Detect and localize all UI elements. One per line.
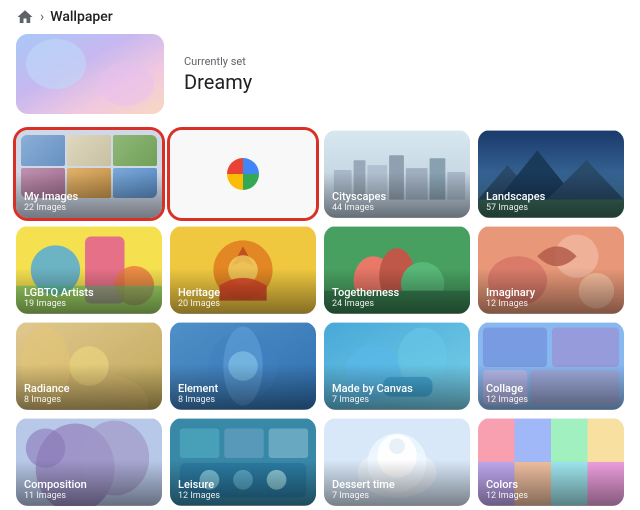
- current-wallpaper-preview: [16, 34, 164, 114]
- item-count-imaginary: 12 Images: [486, 299, 616, 309]
- label-container-landscapes: Landscapes57 Images: [478, 172, 624, 218]
- item-title-my-images: My Images: [24, 190, 154, 203]
- grid-item-element[interactable]: Element8 Images: [170, 322, 316, 410]
- label-container-collage: Collage12 Images: [478, 364, 624, 410]
- item-title-element: Element: [178, 382, 308, 395]
- topbar: › Wallpaper: [0, 0, 640, 34]
- home-icon[interactable]: [16, 8, 34, 26]
- label-container-lgbtq-artists: LGBTQ Artists19 Images: [16, 268, 162, 314]
- label-container-dessert-time: Dessert time7 Images: [324, 460, 470, 506]
- grid-item-cityscapes[interactable]: Cityscapes44 Images: [324, 130, 470, 218]
- grid-item-composition[interactable]: Composition11 Images: [16, 418, 162, 506]
- label-container-heritage: Heritage20 Images: [170, 268, 316, 314]
- item-count-heritage: 20 Images: [178, 299, 308, 309]
- grid-item-collage[interactable]: Collage12 Images: [478, 322, 624, 410]
- label-container-composition: Composition11 Images: [16, 460, 162, 506]
- label-container-made-by-canvas: Made by Canvas7 Images: [324, 364, 470, 410]
- grid-item-lgbtq-artists[interactable]: LGBTQ Artists19 Images: [16, 226, 162, 314]
- grid-item-leisure[interactable]: Leisure12 Images: [170, 418, 316, 506]
- label-container-radiance: Radiance8 Images: [16, 364, 162, 410]
- wallpaper-grid: My Images22 Images Cityscapes44 Images: [0, 126, 640, 506]
- item-title-composition: Composition: [24, 478, 154, 491]
- item-title-heritage: Heritage: [178, 286, 308, 299]
- item-count-collage: 12 Images: [486, 395, 616, 405]
- item-count-dessert-time: 7 Images: [332, 491, 462, 501]
- item-title-imaginary: Imaginary: [486, 286, 616, 299]
- label-container-leisure: Leisure12 Images: [170, 460, 316, 506]
- grid-item-made-by-canvas[interactable]: Made by Canvas7 Images: [324, 322, 470, 410]
- currently-set-name: Dreamy: [184, 70, 252, 94]
- label-container-colors: Colors12 Images: [478, 460, 624, 506]
- item-count-made-by-canvas: 7 Images: [332, 395, 462, 405]
- item-count-leisure: 12 Images: [178, 491, 308, 501]
- item-count-cityscapes: 44 Images: [332, 203, 462, 213]
- breadcrumb-separator: ›: [40, 9, 44, 25]
- item-title-made-by-canvas: Made by Canvas: [332, 382, 462, 395]
- label-container-imaginary: Imaginary12 Images: [478, 268, 624, 314]
- currently-set-label: Currently set: [184, 55, 252, 68]
- item-title-landscapes: Landscapes: [486, 190, 616, 203]
- item-count-togetherness: 24 Images: [332, 299, 462, 309]
- item-title-lgbtq-artists: LGBTQ Artists: [24, 286, 154, 299]
- current-info: Currently set Dreamy: [184, 55, 252, 94]
- current-section: Currently set Dreamy: [0, 34, 640, 126]
- item-title-cityscapes: Cityscapes: [332, 190, 462, 203]
- item-count-my-images: 22 Images: [24, 203, 154, 213]
- item-count-landscapes: 57 Images: [486, 203, 616, 213]
- item-count-colors: 12 Images: [486, 491, 616, 501]
- grid-item-colors[interactable]: Colors12 Images: [478, 418, 624, 506]
- grid-item-dessert-time[interactable]: Dessert time7 Images: [324, 418, 470, 506]
- label-container-my-images: My Images22 Images: [16, 172, 162, 218]
- grid-item-my-images[interactable]: My Images22 Images: [16, 130, 162, 218]
- grid-item-togetherness[interactable]: Togetherness24 Images: [324, 226, 470, 314]
- item-count-lgbtq-artists: 19 Images: [24, 299, 154, 309]
- item-title-radiance: Radiance: [24, 382, 154, 395]
- label-container-togetherness: Togetherness24 Images: [324, 268, 470, 314]
- grid-item-imaginary[interactable]: Imaginary12 Images: [478, 226, 624, 314]
- grid-item-landscapes[interactable]: Landscapes57 Images: [478, 130, 624, 218]
- grid-item-heritage[interactable]: Heritage20 Images: [170, 226, 316, 314]
- label-container-cityscapes: Cityscapes44 Images: [324, 172, 470, 218]
- grid-item-google-photos[interactable]: [170, 130, 316, 218]
- item-count-radiance: 8 Images: [24, 395, 154, 405]
- item-title-togetherness: Togetherness: [332, 286, 462, 299]
- item-title-leisure: Leisure: [178, 478, 308, 491]
- page-title: Wallpaper: [50, 9, 113, 25]
- thumbnail-google-photos: [170, 130, 316, 218]
- label-container-element: Element8 Images: [170, 364, 316, 410]
- item-title-colors: Colors: [486, 478, 616, 491]
- item-count-composition: 11 Images: [24, 491, 154, 501]
- current-wallpaper-svg: [16, 34, 164, 114]
- item-title-collage: Collage: [486, 382, 616, 395]
- grid-item-radiance[interactable]: Radiance8 Images: [16, 322, 162, 410]
- item-title-dessert-time: Dessert time: [332, 478, 462, 491]
- item-count-element: 8 Images: [178, 395, 308, 405]
